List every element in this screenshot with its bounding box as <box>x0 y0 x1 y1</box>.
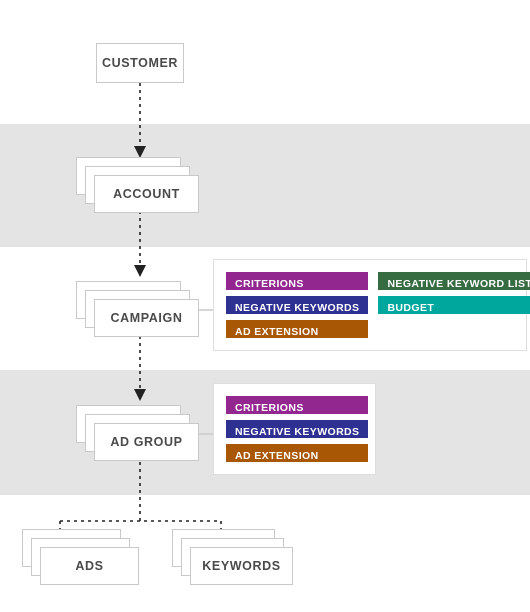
customer-card: CUSTOMER <box>96 43 184 83</box>
node-customer[interactable]: CUSTOMER <box>96 43 184 83</box>
node-account[interactable]: ACCOUNT <box>76 157 204 213</box>
account-card-front: ACCOUNT <box>94 175 199 213</box>
node-keywords[interactable]: KEYWORDS <box>172 529 304 585</box>
keywords-label: KEYWORDS <box>202 559 281 573</box>
attr-negative-keyword-list[interactable]: NEGATIVE KEYWORD LIST <box>378 272 530 290</box>
ad-group-attributes-panel: CRITERIONS NEGATIVE KEYWORDS AD EXTENSIO… <box>213 383 376 475</box>
campaign-label: CAMPAIGN <box>110 311 183 325</box>
attr-criterions[interactable]: CRITERIONS <box>226 272 369 290</box>
adgroup-card-front: AD GROUP <box>94 423 199 461</box>
account-label: ACCOUNT <box>113 187 180 201</box>
campaign-attributes-right-column: NEGATIVE KEYWORD LIST BUDGET <box>378 272 530 338</box>
attr-budget[interactable]: BUDGET <box>378 296 530 314</box>
attr-right-spacer <box>378 320 530 338</box>
attr-ad-extension[interactable]: AD EXTENSION <box>226 320 369 338</box>
ads-label: ADS <box>75 559 104 573</box>
attr-adgroup-negative-keywords[interactable]: NEGATIVE KEYWORDS <box>226 420 369 438</box>
campaign-card-front: CAMPAIGN <box>94 299 199 337</box>
node-ad-group[interactable]: AD GROUP <box>76 405 204 461</box>
keywords-card-front: KEYWORDS <box>190 547 293 585</box>
attr-adgroup-ad-extension[interactable]: AD EXTENSION <box>226 444 369 462</box>
node-ads[interactable]: ADS <box>22 529 150 585</box>
attr-negative-keywords[interactable]: NEGATIVE KEYWORDS <box>226 296 369 314</box>
customer-label: CUSTOMER <box>101 56 179 70</box>
campaign-attributes-left-column: CRITERIONS NEGATIVE KEYWORDS AD EXTENSIO… <box>226 272 369 338</box>
ads-card-front: ADS <box>40 547 139 585</box>
ad-group-label: AD GROUP <box>110 435 183 449</box>
node-campaign[interactable]: CAMPAIGN <box>76 281 204 337</box>
campaign-attributes-panel: CRITERIONS NEGATIVE KEYWORDS AD EXTENSIO… <box>213 259 530 351</box>
arrowhead-campaign <box>134 265 146 277</box>
attr-adgroup-criterions[interactable]: CRITERIONS <box>226 396 369 414</box>
ad-group-attributes-left-column: CRITERIONS NEGATIVE KEYWORDS AD EXTENSIO… <box>226 396 369 462</box>
hierarchy-diagram: CUSTOMER ACCOUNT CAMPAIGN CRITERIONS NEG… <box>0 0 530 612</box>
